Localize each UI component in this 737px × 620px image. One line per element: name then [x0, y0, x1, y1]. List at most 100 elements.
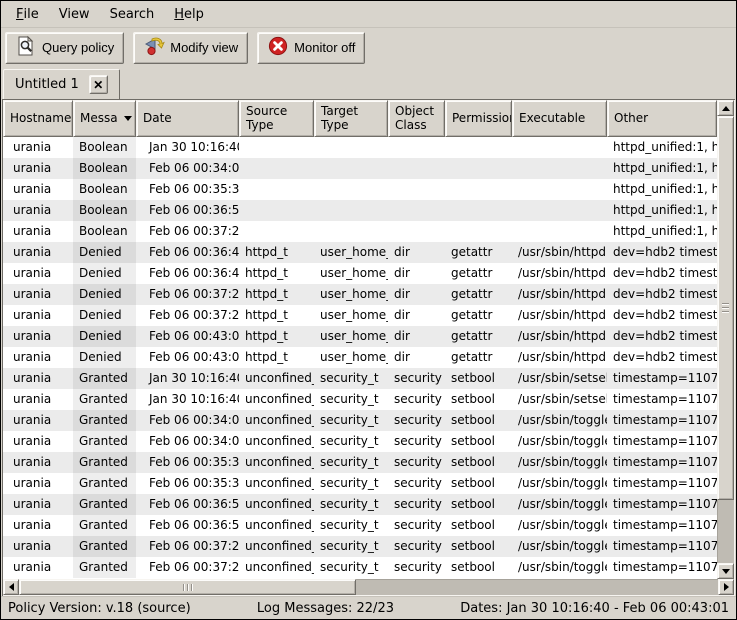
cell-object_class: dir: [388, 263, 445, 284]
table-row[interactable]: uraniaGrantedJan 30 10:16:40unconfined_s…: [3, 368, 717, 389]
table-row[interactable]: uraniaGrantedFeb 06 00:36:56unconfined_s…: [3, 494, 717, 515]
horizontal-scrollbar-thumb[interactable]: [19, 579, 356, 595]
table-row[interactable]: uraniaDeniedFeb 06 00:43:01httpd_tuser_h…: [3, 347, 717, 368]
tab-untitled-1[interactable]: Untitled 1✕: [3, 69, 120, 99]
column-header-date[interactable]: Date: [136, 100, 239, 137]
table-row[interactable]: uraniaBooleanFeb 06 00:34:01httpd_unifie…: [3, 158, 717, 179]
modify-view-button[interactable]: Modify view: [133, 32, 248, 64]
cell-date: Feb 06 00:35:35: [136, 473, 239, 494]
table-row[interactable]: uraniaDeniedFeb 06 00:43:01httpd_tuser_h…: [3, 326, 717, 347]
scroll-down-button[interactable]: [717, 563, 734, 579]
scroll-left-button[interactable]: [3, 579, 19, 595]
cell-permission: setbool: [445, 368, 512, 389]
table-row[interactable]: uraniaDeniedFeb 06 00:36:44httpd_tuser_h…: [3, 263, 717, 284]
column-header-message[interactable]: Messa: [73, 100, 136, 137]
cell-source_type: httpd_t: [239, 284, 314, 305]
cell-source_type: httpd_t: [239, 305, 314, 326]
menu-search[interactable]: Search: [100, 1, 165, 27]
cell-other: httpd_unified:1, h: [607, 221, 717, 242]
table-row[interactable]: uraniaGrantedFeb 06 00:34:01unconfined_s…: [3, 431, 717, 452]
toolbar-button-label: Monitor off: [294, 40, 355, 55]
column-header-label: Date: [143, 112, 172, 126]
cell-hostname: urania: [3, 158, 73, 179]
column-header-label: Executable: [519, 112, 585, 126]
cell-permission: setbool: [445, 431, 512, 452]
cell-object_class: security: [388, 473, 445, 494]
cell-hostname: urania: [3, 410, 73, 431]
column-header-permission[interactable]: Permission: [445, 100, 512, 137]
log-table-area: HostnameMessaDateSource TypeTarget TypeO…: [2, 99, 735, 596]
column-header-other[interactable]: Other: [607, 100, 717, 137]
cell-date: Feb 06 00:36:44: [136, 242, 239, 263]
cell-source_type: unconfined_: [239, 536, 314, 557]
cell-other: timestamp=11076: [607, 473, 717, 494]
table-row[interactable]: uraniaGrantedFeb 06 00:36:56unconfined_s…: [3, 515, 717, 536]
toolbar: Query policy Modify view Monitor off: [1, 28, 736, 67]
vertical-scrollbar[interactable]: [717, 100, 734, 579]
cell-source_type: httpd_t: [239, 242, 314, 263]
cell-target_type: user_home_: [314, 242, 388, 263]
cell-date: Feb 06 00:36:56: [136, 515, 239, 536]
cell-target_type: security_t: [314, 515, 388, 536]
table-row[interactable]: uraniaGrantedFeb 06 00:37:25unconfined_s…: [3, 536, 717, 557]
table-row[interactable]: uraniaDeniedFeb 06 00:37:27httpd_tuser_h…: [3, 284, 717, 305]
table-row[interactable]: uraniaDeniedFeb 06 00:36:44httpd_tuser_h…: [3, 242, 717, 263]
cell-date: Feb 06 00:36:56: [136, 200, 239, 221]
query-policy-button[interactable]: Query policy: [5, 32, 124, 64]
column-header-object_class[interactable]: Object Class: [388, 100, 445, 137]
column-header-executable[interactable]: Executable: [512, 100, 607, 137]
cell-hostname: urania: [3, 431, 73, 452]
table-row[interactable]: uraniaGrantedFeb 06 00:37:25unconfined_s…: [3, 557, 717, 578]
table-row[interactable]: uraniaGrantedFeb 06 00:35:35unconfined_s…: [3, 473, 717, 494]
monitor-off-button[interactable]: Monitor off: [257, 32, 365, 64]
table-row[interactable]: uraniaGrantedJan 30 10:16:40unconfined_s…: [3, 389, 717, 410]
cell-hostname: urania: [3, 536, 73, 557]
cell-other: timestamp=11076: [607, 431, 717, 452]
cell-other: httpd_unified:1, h: [607, 137, 717, 158]
cell-executable: /usr/sbin/httpd: [512, 242, 607, 263]
menu-help[interactable]: Help: [164, 1, 214, 27]
cell-executable: /usr/sbin/setseb: [512, 368, 607, 389]
column-header-label: Permission: [452, 112, 512, 126]
cell-hostname: urania: [3, 242, 73, 263]
cell-message: Granted: [73, 410, 136, 431]
column-header-hostname[interactable]: Hostname: [3, 100, 73, 137]
cell-target_type: security_t: [314, 494, 388, 515]
cell-permission: [445, 179, 512, 200]
cell-object_class: security: [388, 557, 445, 578]
cell-target_type: security_t: [314, 557, 388, 578]
column-header-target_type[interactable]: Target Type: [314, 100, 388, 137]
menu-view[interactable]: View: [49, 1, 100, 27]
cell-other: httpd_unified:1, h: [607, 179, 717, 200]
scroll-up-button[interactable]: [717, 100, 734, 116]
cell-target_type: user_home_: [314, 347, 388, 368]
scroll-right-button[interactable]: [718, 579, 734, 595]
cell-message: Granted: [73, 452, 136, 473]
cell-target_type: security_t: [314, 473, 388, 494]
tab-close-button[interactable]: ✕: [89, 75, 108, 94]
cell-permission: [445, 221, 512, 242]
table-row[interactable]: uraniaGrantedFeb 06 00:34:01unconfined_s…: [3, 410, 717, 431]
query-policy-icon: [15, 35, 37, 60]
cell-permission: setbool: [445, 515, 512, 536]
horizontal-scrollbar[interactable]: [3, 579, 734, 595]
cell-permission: setbool: [445, 494, 512, 515]
cell-message: Granted: [73, 473, 136, 494]
cell-message: Granted: [73, 515, 136, 536]
column-header-label: Hostname: [10, 112, 71, 126]
cell-message: Granted: [73, 494, 136, 515]
table-row[interactable]: uraniaDeniedFeb 06 00:37:27httpd_tuser_h…: [3, 305, 717, 326]
cell-message: Boolean: [73, 137, 136, 158]
table-row[interactable]: uraniaBooleanFeb 06 00:37:25httpd_unifie…: [3, 221, 717, 242]
table-row[interactable]: uraniaGrantedFeb 06 00:35:35unconfined_s…: [3, 452, 717, 473]
table-row[interactable]: uraniaBooleanJan 30 10:16:40httpd_unifie…: [3, 137, 717, 158]
cell-executable: [512, 137, 607, 158]
cell-hostname: urania: [3, 452, 73, 473]
table-row[interactable]: uraniaBooleanFeb 06 00:36:56httpd_unifie…: [3, 200, 717, 221]
menu-file[interactable]: File: [6, 1, 49, 27]
cell-source_type: [239, 200, 314, 221]
column-header-source_type[interactable]: Source Type: [239, 100, 314, 137]
vertical-scrollbar-thumb[interactable]: [717, 116, 734, 500]
table-row[interactable]: uraniaBooleanFeb 06 00:35:35httpd_unifie…: [3, 179, 717, 200]
cell-target_type: [314, 158, 388, 179]
